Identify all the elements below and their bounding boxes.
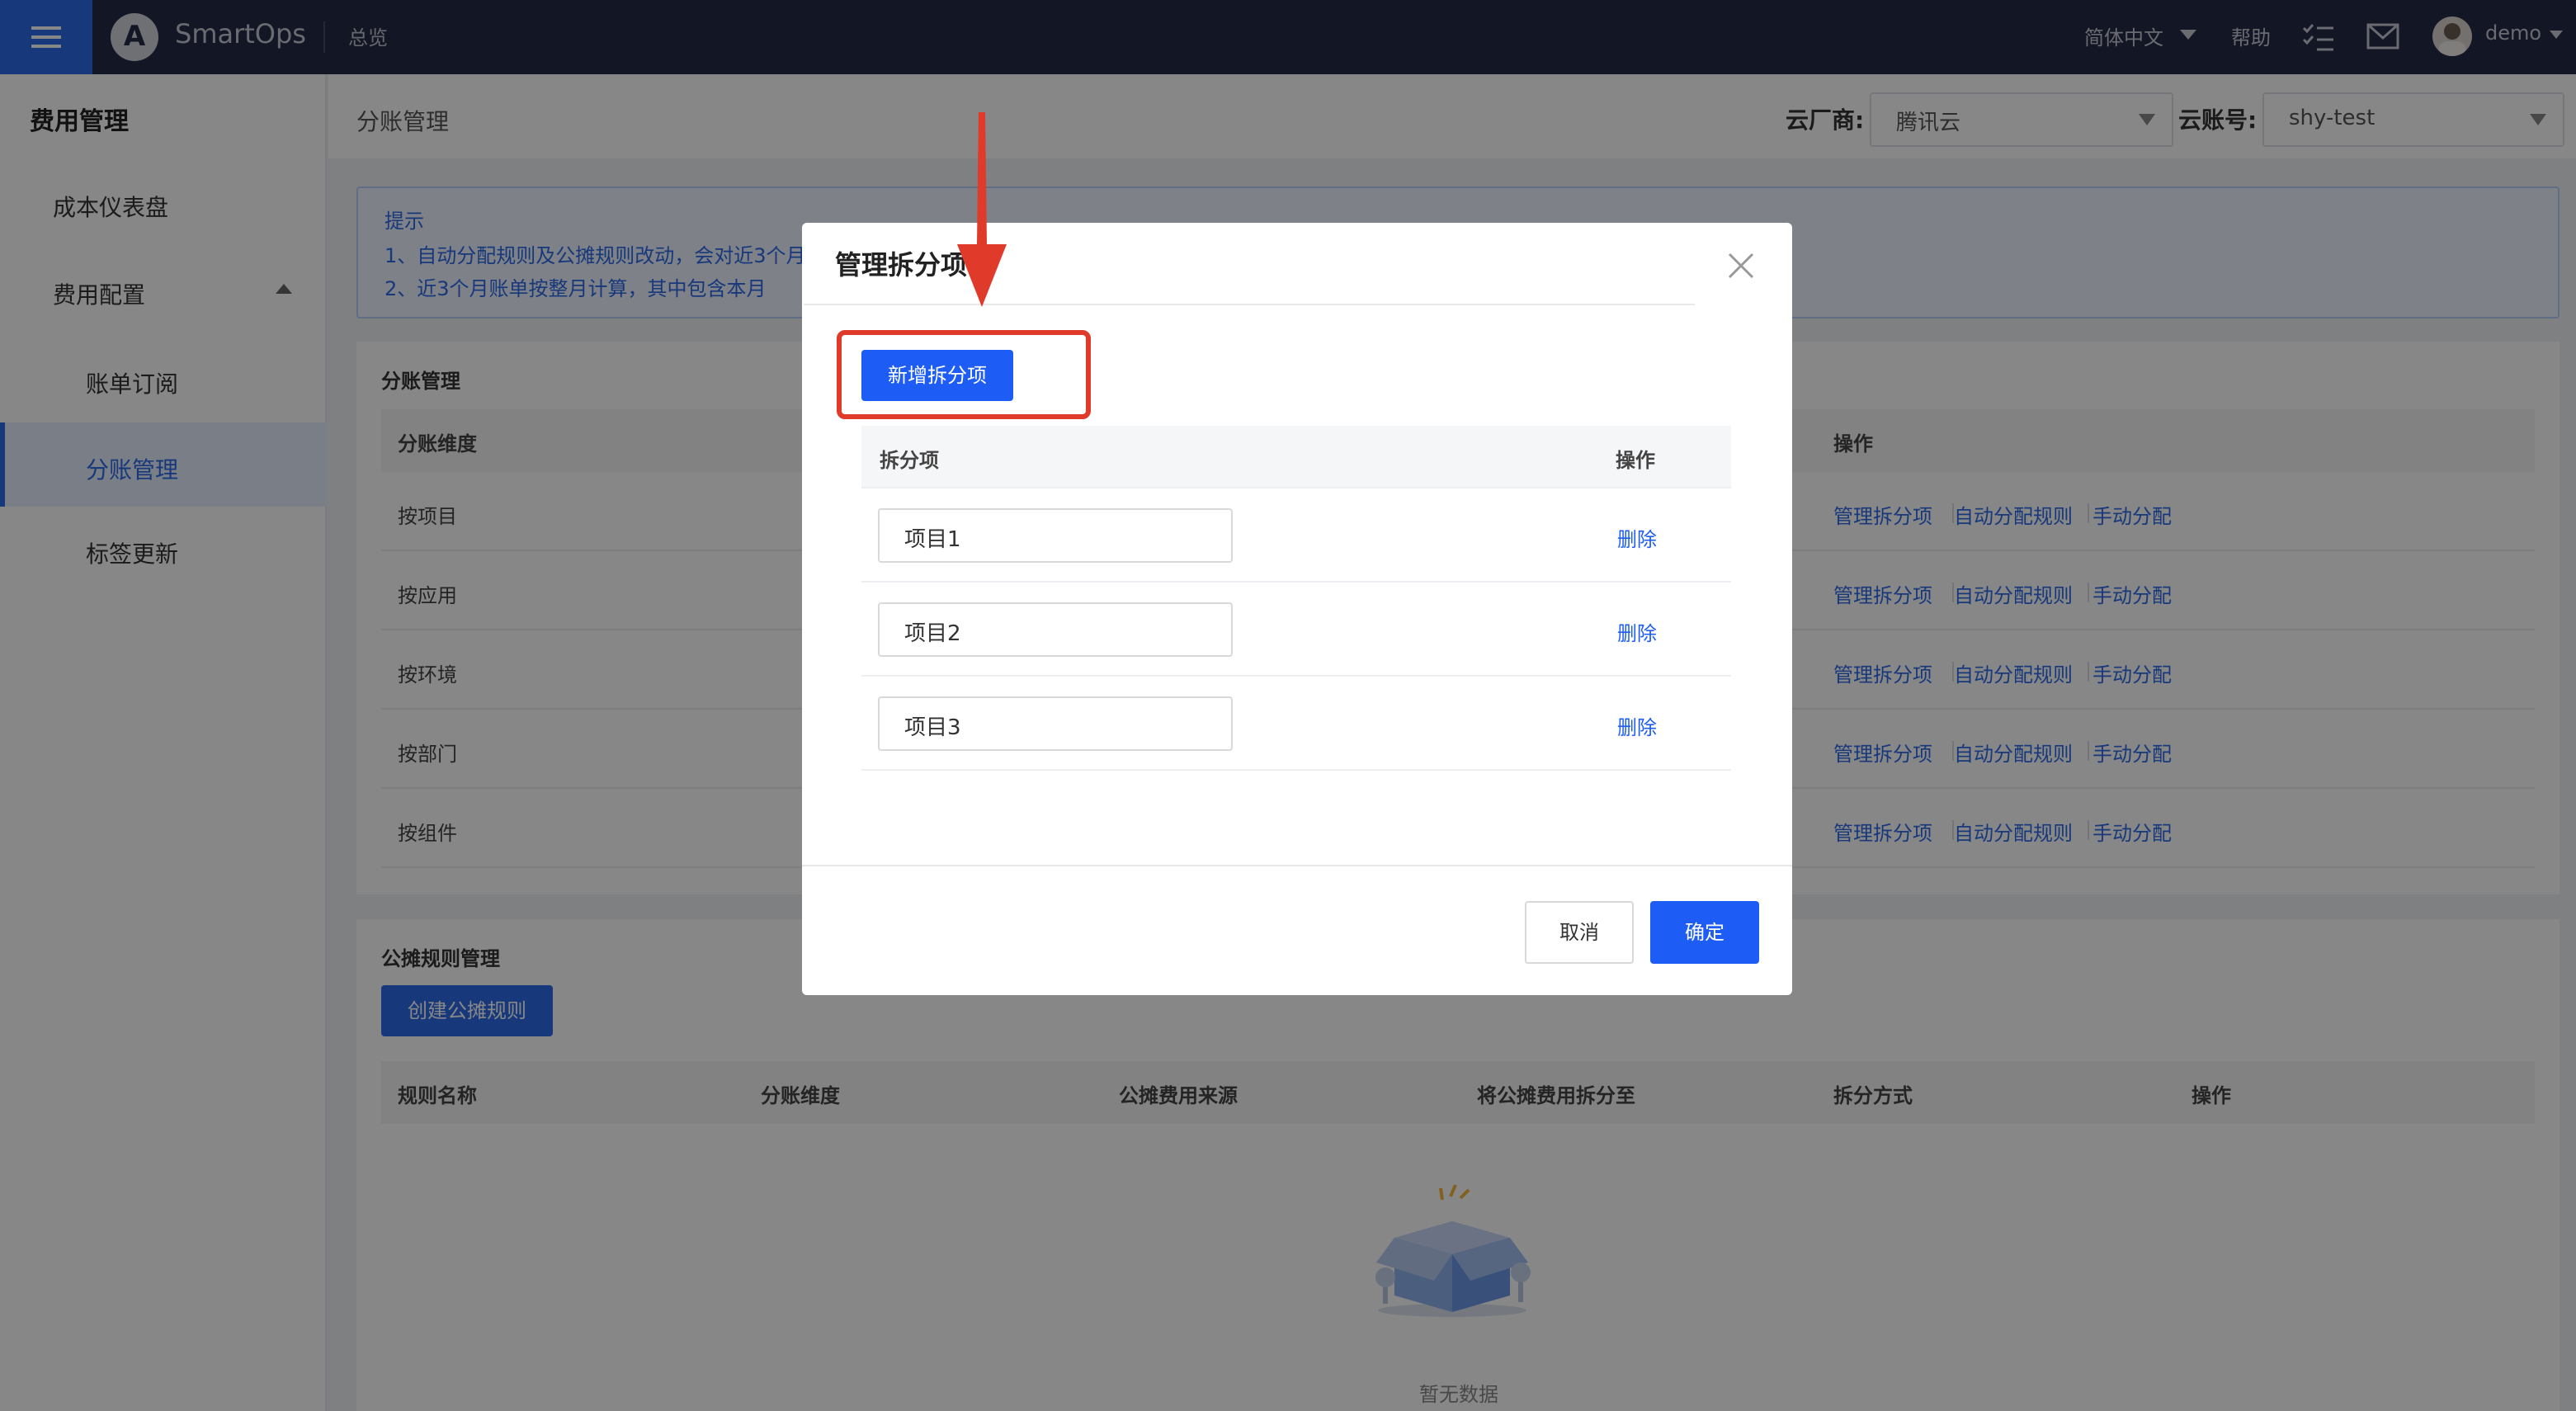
split-item-input[interactable]: 项目3 xyxy=(878,696,1233,751)
column-header: 操作 xyxy=(1616,449,1655,472)
split-item-value: 项目3 xyxy=(904,715,961,740)
split-item-value: 项目1 xyxy=(904,527,961,552)
close-icon[interactable] xyxy=(1724,249,1757,282)
annotation-arrow-icon xyxy=(957,112,1007,307)
cancel-button[interactable]: 取消 xyxy=(1525,901,1634,964)
dialog-table-header xyxy=(861,426,1731,487)
divider xyxy=(804,304,1695,305)
column-header: 拆分项 xyxy=(880,449,939,472)
dialog-title: 管理拆分项 xyxy=(835,249,968,281)
delete-link[interactable]: 删除 xyxy=(1617,617,1657,646)
row-divider xyxy=(861,487,1731,488)
row-divider xyxy=(861,581,1731,583)
split-item-input[interactable]: 项目2 xyxy=(878,602,1233,657)
row-divider xyxy=(861,769,1731,771)
confirm-button[interactable]: 确定 xyxy=(1650,901,1759,964)
row-divider xyxy=(861,675,1731,677)
split-item-value: 项目2 xyxy=(904,621,961,646)
split-item-input[interactable]: 项目1 xyxy=(878,508,1233,563)
delete-link[interactable]: 删除 xyxy=(1617,711,1657,740)
divider xyxy=(802,865,1792,866)
annotation-highlight-box xyxy=(837,330,1091,419)
delete-link[interactable]: 删除 xyxy=(1617,523,1657,552)
